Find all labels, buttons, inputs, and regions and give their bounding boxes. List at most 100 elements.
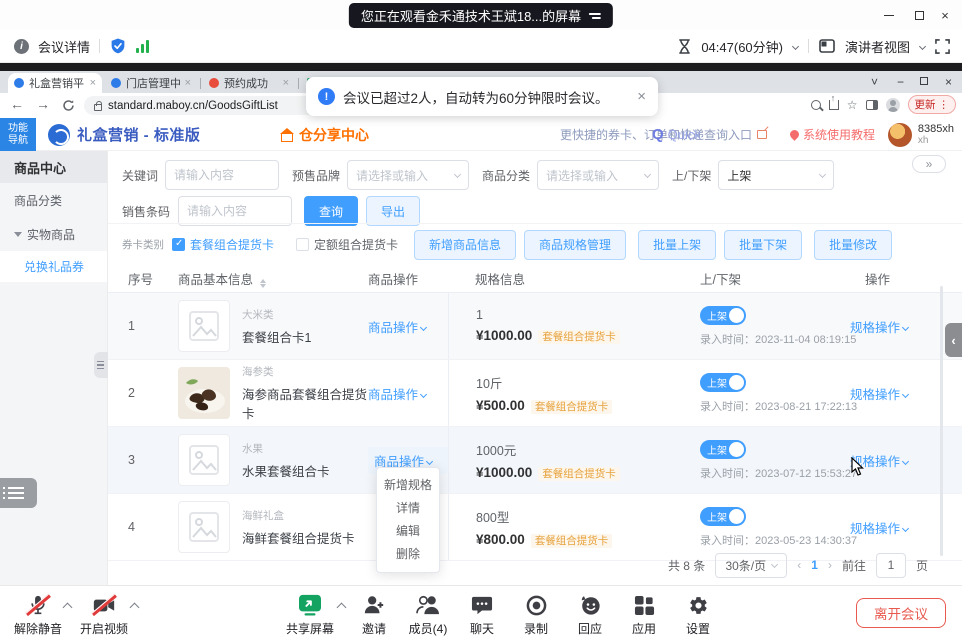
- keyword-input[interactable]: [165, 160, 279, 190]
- col-spec-info: 规格信息: [448, 269, 683, 288]
- tab-search-chevron-icon[interactable]: ˅: [871, 75, 878, 89]
- security-shield-icon[interactable]: [109, 37, 127, 55]
- url-text: standard.maboy.cn/GoodsGiftList: [108, 100, 278, 112]
- spec-manage-button[interactable]: 商品规格管理: [524, 230, 626, 260]
- fullscreen-icon[interactable]: [935, 39, 950, 54]
- forward-icon[interactable]: →: [36, 96, 50, 112]
- browser-restore-button[interactable]: [920, 77, 928, 85]
- goto-page-input[interactable]: [876, 553, 906, 578]
- shelf-toggle[interactable]: 上架: [700, 507, 746, 526]
- tab-close-icon[interactable]: ×: [283, 77, 289, 89]
- browser-tab[interactable]: 门店管理中心 ×: [105, 73, 197, 93]
- tutorial-link[interactable]: 系统使用教程: [790, 118, 875, 151]
- product-op-dropdown[interactable]: 商品操作: [368, 384, 448, 403]
- package-card-checkbox[interactable]: [172, 238, 185, 251]
- browser-minimize-button[interactable]: −: [897, 75, 904, 89]
- sidebar-item-goods-category[interactable]: 商品分类: [0, 183, 107, 217]
- menu-item-edit[interactable]: 编辑: [377, 520, 439, 543]
- fixed-card-checkbox-label[interactable]: 定额组合提货卡: [314, 236, 398, 253]
- leave-meeting-button[interactable]: 离开会议: [856, 598, 946, 628]
- browser-tab-active[interactable]: 礼盒营销平台管理中心 ×: [8, 73, 102, 93]
- search-icon[interactable]: [811, 100, 821, 110]
- sidebar-collapse-handle[interactable]: [94, 352, 108, 378]
- sidebar-item-label: 商品分类: [14, 192, 62, 209]
- batch-off-shelf-button[interactable]: 批量下架: [724, 230, 802, 260]
- category-select[interactable]: 请选择或输入: [537, 160, 659, 190]
- scrollbar[interactable]: [940, 286, 943, 556]
- menu-item-add-spec[interactable]: 新增规格: [377, 474, 439, 497]
- shelf-toggle[interactable]: 上架: [700, 373, 746, 392]
- nav-toggle-badge[interactable]: 功能 导航: [0, 118, 36, 151]
- menu-item-details[interactable]: 详情: [377, 497, 439, 520]
- sidebar-item-gift-voucher[interactable]: 兑换礼品券: [0, 251, 107, 282]
- bookmark-star-icon[interactable]: ☆: [847, 98, 858, 112]
- window-maximize-button[interactable]: [910, 6, 928, 24]
- entry-time: 录入时间：2023-07-12 15:53:27: [700, 465, 838, 481]
- prev-page-button[interactable]: ‹: [797, 558, 801, 572]
- browser-update-button[interactable]: 更新 ⋮: [908, 95, 957, 114]
- unmute-button[interactable]: 解除静音: [6, 593, 70, 637]
- view-chevron-down-icon[interactable]: [919, 42, 926, 49]
- user-block[interactable]: 8385xh xh: [888, 118, 954, 151]
- watching-banner: 您正在观看金禾通技术王斌18...的屏幕: [349, 3, 613, 28]
- fixed-card-checkbox[interactable]: [296, 238, 309, 251]
- reload-icon[interactable]: [62, 99, 75, 112]
- table-row[interactable]: 1 大米类 套餐组合卡1 商品操作 1 ¥1000.00套餐组合提货卡: [108, 293, 962, 360]
- shelf-select[interactable]: 上架: [718, 160, 834, 190]
- export-button[interactable]: 导出: [366, 196, 420, 226]
- sort-icon[interactable]: [260, 279, 266, 288]
- settings-button[interactable]: 设置: [666, 593, 730, 637]
- window-minimize-button[interactable]: [880, 6, 898, 24]
- table-row[interactable]: 2 海参类 海参商品套餐组合提货卡 商品操作 10斤 ¥500.00套餐组合提货…: [108, 360, 962, 427]
- back-icon[interactable]: ←: [10, 96, 24, 112]
- browser-tab[interactable]: 预约成功 ×: [203, 73, 295, 93]
- brand-select[interactable]: 请选择或输入: [347, 160, 469, 190]
- col-info[interactable]: 商品基本信息: [178, 269, 368, 288]
- batch-edit-button[interactable]: 批量修改: [814, 230, 892, 260]
- quick-label: Quick: [668, 127, 701, 142]
- barcode-input[interactable]: [178, 196, 292, 226]
- product-category: 大米类: [242, 307, 311, 322]
- batch-on-shelf-button[interactable]: 批量上架: [638, 230, 716, 260]
- table-row[interactable]: 3 水果 水果套餐组合卡 商品操作 1000元 ¥1000.00套餐组合提货卡: [108, 427, 962, 494]
- browser-close-button[interactable]: ×: [945, 75, 952, 89]
- package-card-checkbox-label[interactable]: 套餐组合提货卡: [190, 236, 274, 253]
- add-product-button[interactable]: 新增商品信息: [414, 230, 516, 260]
- current-page[interactable]: 1: [811, 558, 818, 572]
- next-page-button[interactable]: ›: [828, 558, 832, 572]
- share-screen-button[interactable]: 共享屏幕: [278, 593, 342, 637]
- tab-close-icon[interactable]: ×: [90, 77, 96, 89]
- page-size-select[interactable]: 30条/页: [715, 553, 787, 578]
- timer-chevron-down-icon[interactable]: [792, 42, 799, 49]
- sidebar-item-physical-goods[interactable]: 实物商品: [0, 217, 107, 251]
- share-icon[interactable]: [829, 100, 839, 110]
- shelf-toggle[interactable]: 上架: [700, 306, 746, 325]
- start-video-button[interactable]: 开启视频: [72, 593, 136, 637]
- shelf-toggle[interactable]: 上架: [700, 440, 746, 459]
- search-button[interactable]: 查询: [304, 196, 358, 226]
- col-no: 序号: [128, 269, 178, 288]
- product-op-dropdown[interactable]: 商品操作: [368, 317, 448, 336]
- menu-item-delete[interactable]: 删除: [377, 543, 439, 566]
- share-center-link[interactable]: 仓分享中心: [280, 118, 369, 151]
- divider: [808, 39, 809, 53]
- spec-op-dropdown[interactable]: 规格操作: [850, 321, 908, 335]
- right-panel-handle[interactable]: ‹: [945, 323, 962, 357]
- spec-op-dropdown[interactable]: 规格操作: [850, 388, 908, 402]
- browser-menu-icon[interactable]: ⋮: [939, 99, 950, 111]
- filters-collapse-button[interactable]: »: [912, 155, 946, 173]
- meeting-list-float-button[interactable]: [0, 478, 37, 508]
- tab-close-icon[interactable]: ×: [185, 77, 191, 89]
- notification-close-icon[interactable]: ×: [637, 88, 646, 105]
- view-mode-button[interactable]: 演讲者视图: [845, 37, 910, 56]
- spec-op-dropdown[interactable]: 规格操作: [850, 522, 908, 536]
- browser-profile-icon[interactable]: [886, 98, 900, 112]
- product-name: 海鲜套餐组合提货卡: [242, 528, 355, 547]
- quick-search[interactable]: Q Quick: [652, 118, 701, 151]
- col-product-op: 商品操作: [368, 269, 448, 288]
- side-panel-icon[interactable]: [866, 100, 878, 110]
- meeting-details-button[interactable]: 会议详情: [38, 37, 90, 56]
- goto-unit: 页: [916, 557, 928, 574]
- banner-menu-icon[interactable]: [589, 11, 601, 21]
- window-close-button[interactable]: ×: [936, 6, 954, 24]
